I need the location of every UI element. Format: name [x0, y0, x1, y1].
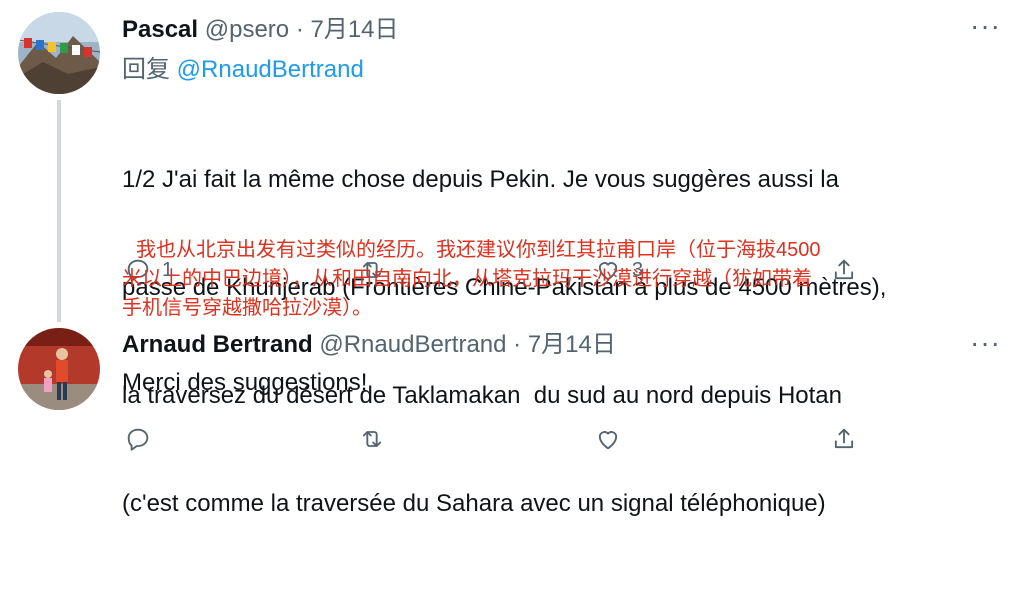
- author-handle[interactable]: @psero: [205, 16, 289, 43]
- share-icon: [834, 428, 854, 449]
- tweet-header: Arnaud Bertrand @RnaudBertrand · 7月14日: [122, 330, 616, 360]
- thread-line: [57, 100, 61, 322]
- translation-overlay: 我也从北京出发有过类似的经历。我还建议你到红其拉甫口岸（位于海拔4500 米以上…: [122, 236, 982, 323]
- avatar[interactable]: [18, 12, 100, 94]
- like-icon: [598, 431, 618, 450]
- share-button[interactable]: [830, 422, 858, 456]
- reply-button[interactable]: [124, 422, 162, 456]
- reply-to-line: 回复 @RnaudBertrand: [122, 55, 364, 85]
- reply-to-mention[interactable]: @RnaudBertrand: [177, 56, 364, 83]
- author-name[interactable]: Pascal: [122, 16, 198, 43]
- more-icon[interactable]: ···: [970, 329, 1000, 365]
- tweet-arnaud[interactable]: Arnaud Bertrand @RnaudBertrand · 7月14日 ·…: [0, 325, 1024, 478]
- tweet-header: Pascal @psero · 7月14日: [122, 15, 399, 45]
- retweet-button[interactable]: [358, 422, 396, 456]
- reply-icon: [127, 428, 149, 451]
- avatar-image: [18, 12, 100, 94]
- tweet-text-line: 1/2 J'ai fait la même chose depuis Pekin…: [122, 166, 839, 193]
- separator: ·: [506, 331, 528, 358]
- avatar[interactable]: [18, 328, 100, 410]
- reply-to-label: 回复: [122, 56, 177, 83]
- avatar-image: [18, 328, 100, 410]
- tweet-actions: [122, 422, 882, 456]
- translation-line: 我也从北京出发有过类似的经历。我还建议你到红其拉甫口岸（位于海拔4500: [136, 239, 821, 261]
- separator: ·: [289, 16, 311, 43]
- tweet-text-line: (c'est comme la traversée du Sahara avec…: [122, 490, 826, 517]
- tweet-text: Merci des suggestions!: [122, 369, 368, 396]
- more-icon[interactable]: ···: [970, 12, 1000, 48]
- tweet-date[interactable]: 7月14日: [528, 331, 616, 358]
- retweet-icon: [362, 431, 382, 447]
- author-name[interactable]: Arnaud Bertrand: [122, 331, 313, 358]
- translation-line: 手机信号穿越撒哈拉沙漠）。: [122, 297, 372, 319]
- tweet-pascal[interactable]: Pascal @psero · 7月14日 ··· 回复 @RnaudBertr…: [0, 0, 1024, 517]
- tweet-date[interactable]: 7月14日: [310, 16, 398, 43]
- like-button[interactable]: [594, 422, 632, 456]
- translation-line: 米以上的中巴边境），从和田自南向北，从塔克拉玛干沙漠进行穿越（犹如带着: [122, 268, 812, 290]
- author-handle[interactable]: @RnaudBertrand: [319, 331, 506, 358]
